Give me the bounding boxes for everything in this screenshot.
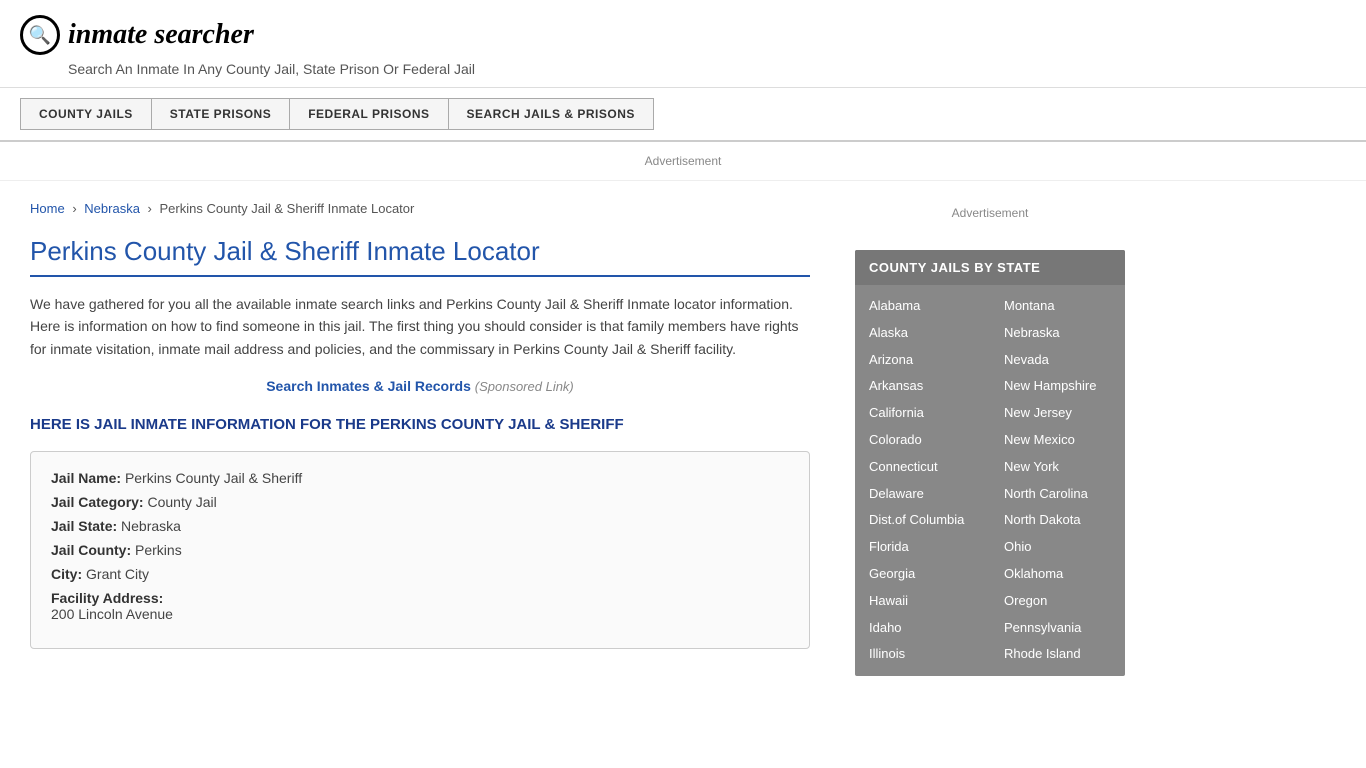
state-link[interactable]: New Mexico xyxy=(1004,427,1111,454)
search-link-area: Search Inmates & Jail Records (Sponsored… xyxy=(30,378,810,394)
page-title: Perkins County Jail & Sheriff Inmate Loc… xyxy=(30,236,810,277)
state-link[interactable]: Alabama xyxy=(869,293,976,320)
ad-banner: Advertisement xyxy=(0,142,1366,181)
jail-county-label: Jail County: xyxy=(51,542,131,558)
jail-city-row: City: Grant City xyxy=(51,566,789,582)
state-link[interactable]: Rhode Island xyxy=(1004,641,1111,668)
jail-info-box: Jail Name: Perkins County Jail & Sheriff… xyxy=(30,451,810,649)
logo-icon: 🔍 xyxy=(20,15,60,55)
logo-area: 🔍 inmate searcher xyxy=(20,15,1346,55)
state-link[interactable]: Colorado xyxy=(869,427,976,454)
info-heading: HERE IS JAIL INMATE INFORMATION FOR THE … xyxy=(30,414,810,435)
state-link[interactable]: Delaware xyxy=(869,481,976,508)
main-layout: Home › Nebraska › Perkins County Jail & … xyxy=(0,181,1366,691)
state-link[interactable]: North Carolina xyxy=(1004,481,1111,508)
state-link[interactable]: Pennsylvania xyxy=(1004,615,1111,642)
search-inmates-link[interactable]: Search Inmates & Jail Records xyxy=(266,378,471,394)
state-col-left: AlabamaAlaskaArizonaArkansasCaliforniaCo… xyxy=(855,293,990,668)
jail-category-value: County Jail xyxy=(147,494,216,510)
jail-name-value: Perkins County Jail & Sheriff xyxy=(125,470,302,486)
sidebar: Advertisement COUNTY JAILS BY STATE Alab… xyxy=(840,181,1140,691)
jail-state-row: Jail State: Nebraska xyxy=(51,518,789,534)
state-link[interactable]: New York xyxy=(1004,454,1111,481)
breadcrumb-sep2: › xyxy=(148,201,152,216)
state-list: AlabamaAlaskaArizonaArkansasCaliforniaCo… xyxy=(855,285,1125,676)
state-link[interactable]: Nebraska xyxy=(1004,320,1111,347)
nav-search-jails[interactable]: SEARCH JAILS & PRISONS xyxy=(448,98,654,130)
state-link[interactable]: Idaho xyxy=(869,615,976,642)
state-link[interactable]: Illinois xyxy=(869,641,976,668)
state-link[interactable]: California xyxy=(869,400,976,427)
nav-state-prisons[interactable]: STATE PRISONS xyxy=(151,98,289,130)
jail-address-label: Facility Address: xyxy=(51,590,163,606)
logo-text: inmate searcher xyxy=(68,19,254,51)
sponsored-label: (Sponsored Link) xyxy=(475,379,574,394)
state-link[interactable]: New Hampshire xyxy=(1004,373,1111,400)
state-link[interactable]: Arkansas xyxy=(869,373,976,400)
breadcrumb-current: Perkins County Jail & Sheriff Inmate Loc… xyxy=(160,201,415,216)
description: We have gathered for you all the availab… xyxy=(30,293,810,360)
state-link[interactable]: Hawaii xyxy=(869,588,976,615)
state-link[interactable]: Florida xyxy=(869,534,976,561)
jail-county-value: Perkins xyxy=(135,542,182,558)
breadcrumb-sep1: › xyxy=(72,201,76,216)
header: 🔍 inmate searcher Search An Inmate In An… xyxy=(0,0,1366,88)
nav-county-jails[interactable]: COUNTY JAILS xyxy=(20,98,151,130)
state-link[interactable]: Nevada xyxy=(1004,347,1111,374)
jail-state-label: Jail State: xyxy=(51,518,117,534)
state-link[interactable]: Montana xyxy=(1004,293,1111,320)
nav-federal-prisons[interactable]: FEDERAL PRISONS xyxy=(289,98,447,130)
content-area: Home › Nebraska › Perkins County Jail & … xyxy=(0,181,840,691)
breadcrumb-state[interactable]: Nebraska xyxy=(84,201,140,216)
state-link[interactable]: North Dakota xyxy=(1004,507,1111,534)
state-link[interactable]: Ohio xyxy=(1004,534,1111,561)
sidebar-ad: Advertisement xyxy=(855,196,1125,230)
state-link[interactable]: New Jersey xyxy=(1004,400,1111,427)
navigation: COUNTY JAILS STATE PRISONS FEDERAL PRISO… xyxy=(0,88,1366,142)
state-link[interactable]: Oregon xyxy=(1004,588,1111,615)
county-jails-box: COUNTY JAILS BY STATE AlabamaAlaskaArizo… xyxy=(855,250,1125,676)
breadcrumb-home[interactable]: Home xyxy=(30,201,65,216)
jail-address-value: 200 Lincoln Avenue xyxy=(51,606,789,622)
jail-city-label: City: xyxy=(51,566,82,582)
state-col-right: MontanaNebraskaNevadaNew HampshireNew Je… xyxy=(990,293,1125,668)
county-jails-title: COUNTY JAILS BY STATE xyxy=(855,250,1125,285)
jail-address-row: Facility Address: 200 Lincoln Avenue xyxy=(51,590,789,622)
breadcrumb: Home › Nebraska › Perkins County Jail & … xyxy=(30,201,810,216)
state-link[interactable]: Arizona xyxy=(869,347,976,374)
state-link[interactable]: Connecticut xyxy=(869,454,976,481)
jail-county-row: Jail County: Perkins xyxy=(51,542,789,558)
state-link[interactable]: Alaska xyxy=(869,320,976,347)
jail-state-value: Nebraska xyxy=(121,518,181,534)
state-link[interactable]: Dist.of Columbia xyxy=(869,507,976,534)
tagline: Search An Inmate In Any County Jail, Sta… xyxy=(68,61,1346,77)
state-link[interactable]: Oklahoma xyxy=(1004,561,1111,588)
jail-category-row: Jail Category: County Jail xyxy=(51,494,789,510)
jail-name-label: Jail Name: xyxy=(51,470,121,486)
jail-category-label: Jail Category: xyxy=(51,494,144,510)
state-link[interactable]: Georgia xyxy=(869,561,976,588)
jail-name-row: Jail Name: Perkins County Jail & Sheriff xyxy=(51,470,789,486)
jail-city-value: Grant City xyxy=(86,566,149,582)
